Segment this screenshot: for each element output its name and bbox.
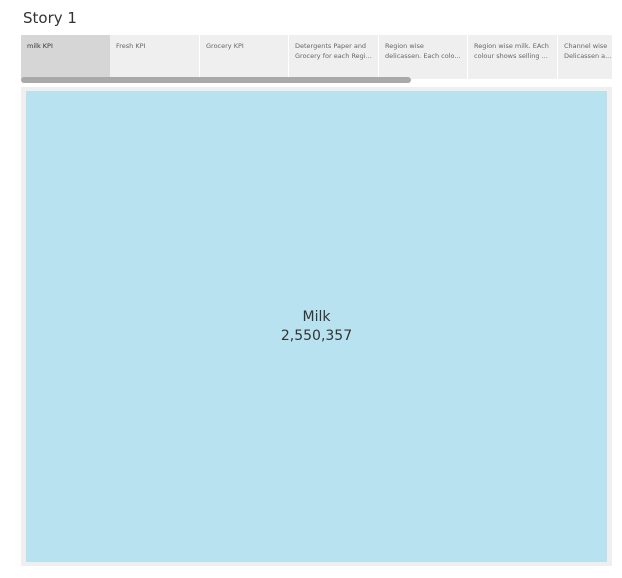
story-point-caption-line1: Fresh KPI [116, 42, 146, 50]
story-point-7[interactable]: Channel wise Delicassen a... [558, 35, 612, 79]
story-point-caption-line1: Channel wise [564, 42, 608, 50]
story-point-separator [467, 35, 468, 79]
story-navigator: milk KPI Fresh KPI Grocery KPI Detergents P… [21, 35, 612, 79]
story-point-caption-line2: Delicassen a... [564, 52, 612, 60]
story-point-caption-line2: delicassen. Each colo... [385, 52, 461, 60]
story-point-caption-line2: colour shows selling ... [474, 52, 548, 60]
story-point-caption-line1: milk KPI [27, 42, 53, 50]
story-point-4[interactable]: Detergents Paper and Grocery for each Reg… [289, 35, 379, 79]
mark-label-name: Milk [302, 309, 331, 325]
scrollbar-thumb[interactable] [21, 77, 411, 83]
story-point-caption-line1: Region wise milk. EAch [474, 42, 549, 50]
story-point-caption-line1: Detergents Paper and [295, 42, 367, 50]
viz-container: Milk 2,550,357 [21, 87, 612, 566]
story-point-caption-line1: Region wise [385, 42, 424, 50]
story-point-1[interactable]: milk KPI [21, 35, 110, 79]
mark-label-value: 2,550,357 [280, 328, 353, 344]
navigator-scrollbar[interactable] [21, 77, 612, 83]
story-point-5[interactable]: Region wise delicassen. Each colo... [379, 35, 468, 79]
story-point-caption-line2: Grocery for each Regi... [295, 52, 372, 60]
story-point-separator [288, 35, 289, 79]
story-title: Story 1 [23, 9, 77, 27]
treemap-cell-milk[interactable]: Milk 2,550,357 [26, 91, 607, 562]
story-point-separator [378, 35, 379, 79]
story-point-caption-line1: Grocery KPI [206, 42, 244, 50]
story-point-6[interactable]: Region wise milk. EAch colour shows selli… [468, 35, 558, 79]
story-point-3[interactable]: Grocery KPI [200, 35, 289, 79]
story-page: Story 1 milk KPI Fresh KPI Grocery KPI Dete… [0, 0, 622, 578]
story-point-separator [199, 35, 200, 79]
story-point-separator [557, 35, 558, 79]
story-point-2[interactable]: Fresh KPI [110, 35, 200, 79]
